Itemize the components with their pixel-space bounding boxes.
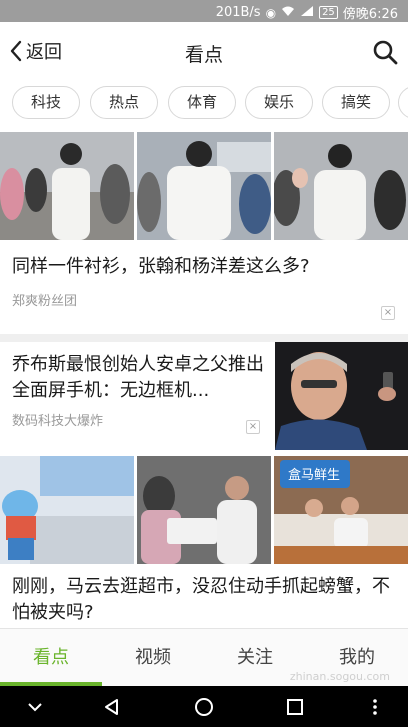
eye-icon: ◉ xyxy=(265,5,277,20)
tab-more[interactable] xyxy=(398,86,408,119)
nav-item-kandian[interactable]: 看点 xyxy=(0,629,102,687)
news-image: 盒马鲜生 xyxy=(274,456,408,564)
category-tabs: 科技 热点 体育 娱乐 搞笑 xyxy=(0,82,408,126)
nav-item-video[interactable]: 视频 xyxy=(102,629,204,687)
news-image xyxy=(274,132,408,240)
card-headline: 乔布斯最恨创始人安卓之父推出全面屏手机：无边框机... xyxy=(12,354,264,401)
watermark: zhinan.sogou.com xyxy=(289,670,390,683)
clock: 傍晚6:26 xyxy=(342,7,398,22)
status-bar: 201B/s ◉ 25 傍晚6:26 xyxy=(0,0,408,22)
news-image xyxy=(0,456,134,564)
search-icon[interactable] xyxy=(372,39,398,65)
news-image xyxy=(0,132,134,240)
card-headline: 同样一件衬衫，张翰和杨洋差这么多? xyxy=(12,256,310,277)
feed-card[interactable]: 乔布斯最恨创始人安卓之父推出全面屏手机：无边框机... 数码科技大爆炸 × xyxy=(0,342,408,450)
tab-sports[interactable]: 体育 xyxy=(168,86,236,119)
feed-card[interactable]: 盒马鲜生 刚刚，马云去逛超市，没忍住动手抓起螃蟹，不怕被夹吗? xyxy=(0,450,408,628)
wifi-icon xyxy=(281,5,295,21)
battery-icon: 25 xyxy=(319,6,338,19)
system-nav-bar xyxy=(0,686,408,727)
dismiss-icon[interactable]: × xyxy=(381,306,395,320)
tab-tech[interactable]: 科技 xyxy=(12,86,80,119)
network-speed: 201B/s xyxy=(215,5,261,20)
tab-entertainment[interactable]: 娱乐 xyxy=(245,86,313,119)
feed-divider xyxy=(0,334,408,342)
news-image xyxy=(275,342,408,450)
card-headline: 刚刚，马云去逛超市，没忍住动手抓起螃蟹，不怕被夹吗? xyxy=(12,576,390,623)
news-image xyxy=(137,456,271,564)
signal-icon xyxy=(300,5,314,21)
tab-funny[interactable]: 搞笑 xyxy=(322,86,390,119)
tab-hot[interactable]: 热点 xyxy=(90,86,158,119)
page-title: 看点 xyxy=(184,44,223,66)
card-source: 郑爽粉丝团 xyxy=(12,294,78,309)
more-vertical-icon[interactable] xyxy=(364,696,386,718)
app-header: 返回 看点 xyxy=(0,22,408,82)
feed-card[interactable]: 同样一件衬衫，张翰和杨洋差这么多? 郑爽粉丝团 × xyxy=(0,126,408,334)
chevron-down-icon[interactable] xyxy=(24,696,46,718)
news-image xyxy=(137,132,271,240)
card-source: 数码科技大爆炸 xyxy=(12,414,104,429)
dismiss-icon[interactable]: × xyxy=(246,420,260,434)
recents-icon[interactable] xyxy=(284,696,306,718)
store-sign: 盒马鲜生 xyxy=(288,467,340,483)
back-triangle-icon[interactable] xyxy=(101,696,123,718)
home-icon[interactable] xyxy=(193,696,215,718)
